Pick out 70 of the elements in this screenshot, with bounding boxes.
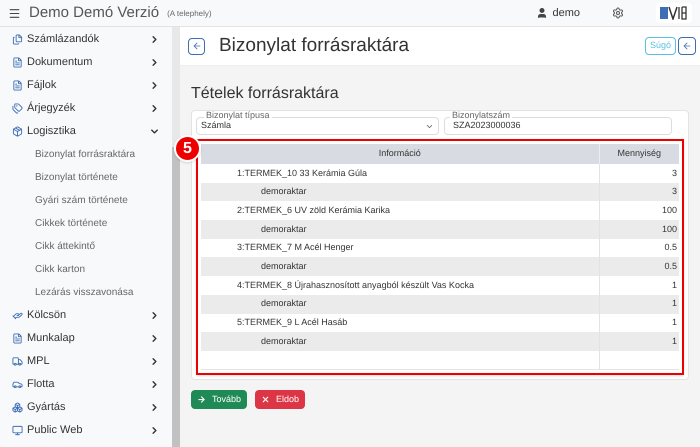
sidebar-subitem[interactable]: Cikk áttekintő: [0, 235, 172, 258]
hand-icon: [12, 310, 23, 321]
arrow-right-icon: [197, 395, 206, 404]
close-icon: [261, 395, 270, 404]
sidebar-subitem[interactable]: Gyári szám története: [0, 189, 172, 212]
monitor-icon: [12, 425, 23, 436]
table-cell: 5:TERMEK_9 L Acél Hasáb: [201, 314, 599, 332]
document-icon: [12, 80, 23, 91]
arrow-left-icon: [192, 41, 202, 51]
sidebar-item[interactable]: Public Web: [0, 419, 172, 442]
scrollbar[interactable]: [172, 27, 180, 447]
column-header: Információ: [201, 144, 599, 164]
document-icon: [12, 57, 23, 68]
tags-icon: [12, 103, 23, 114]
sidebar-item[interactable]: Flotta: [0, 373, 172, 396]
table-cell: 100: [599, 201, 679, 220]
app-title: Demo Demó Verzió: [29, 2, 160, 23]
logo-drawing[interactable]: [656, 3, 692, 23]
sidebar-item[interactable]: Árjegyzék: [0, 97, 172, 120]
column-header: Mennyiség: [599, 144, 679, 164]
field-label: Bizonylatszám: [450, 111, 512, 120]
table-cell: 3: [599, 164, 679, 183]
discard-button[interactable]: Eldob: [255, 390, 306, 410]
table-cell: 0.5: [599, 257, 679, 276]
boxes-icon: [12, 402, 23, 413]
sidebar-item[interactable]: Munkalap: [0, 327, 172, 350]
sidebar-item[interactable]: Kölcsön: [0, 304, 172, 327]
sidebar-item[interactable]: Számlázandók: [0, 28, 172, 51]
sidebar-subitem[interactable]: Cikk karton: [0, 258, 172, 281]
files-icon: [12, 34, 23, 45]
sidebar-subitem[interactable]: Bizonylat forrásraktára: [0, 143, 172, 166]
table-cell: 1: [599, 276, 679, 295]
page-title: Bizonylat forrásraktára: [219, 34, 410, 58]
table-cell: 1: [599, 294, 679, 314]
sidebar-item[interactable]: Logisztika: [0, 120, 172, 143]
sidebar-item[interactable]: Gyártás: [0, 396, 172, 419]
car-icon: [12, 379, 23, 390]
site-label: (A telephely): [167, 8, 212, 20]
arrow-left-icon: [682, 41, 692, 51]
table-cell: demoraktar: [201, 220, 599, 239]
table-cell: demoraktar: [201, 182, 599, 202]
sidebar-item[interactable]: Fájlok: [0, 74, 172, 97]
table-cell: demoraktar: [201, 332, 599, 351]
truck-icon: [12, 356, 23, 367]
section-title: Tételek forrásraktára: [191, 84, 340, 104]
table-cell: demoraktar: [201, 257, 599, 276]
sidebar-subitem[interactable]: Bizonylat története: [0, 166, 172, 189]
table-cell: 2:TERMEK_6 UV zöld Kerámia Karika: [201, 201, 599, 220]
back-button[interactable]: [678, 37, 696, 55]
table-cell: 100: [599, 220, 679, 239]
table-cell: 1: [599, 314, 679, 332]
sidebar-item[interactable]: Dokumentum: [0, 51, 172, 74]
table-cell: 3: [599, 182, 679, 202]
table-cell: 3:TERMEK_7 M Acél Henger: [201, 238, 599, 258]
table-cell: demoraktar: [201, 294, 599, 314]
field-label: Bizonylat típusa: [204, 111, 272, 120]
menu-icon[interactable]: [8, 6, 21, 20]
table-cell: 4:TERMEK_8 Újrahasznosított anyagból készült Vas Kocka: [201, 276, 599, 295]
table-cell: 0.5: [599, 238, 679, 258]
sidebar-item[interactable]: MPL: [0, 350, 172, 373]
settings-icon[interactable]: [612, 7, 624, 19]
table-cell: 1: [599, 332, 679, 351]
next-button[interactable]: Tovább: [191, 390, 248, 410]
back-button[interactable]: [188, 38, 205, 54]
table-cell: 1:TERMEK_10 33 Kerámia Gúla: [201, 164, 599, 183]
user-icon: [536, 7, 548, 19]
sidebar-subitem[interactable]: Cikkek története: [0, 212, 172, 235]
document-icon: [12, 333, 23, 344]
user-name[interactable]: demo: [552, 4, 580, 22]
sidebar-subitem[interactable]: Lezárás visszavonása: [0, 281, 172, 304]
